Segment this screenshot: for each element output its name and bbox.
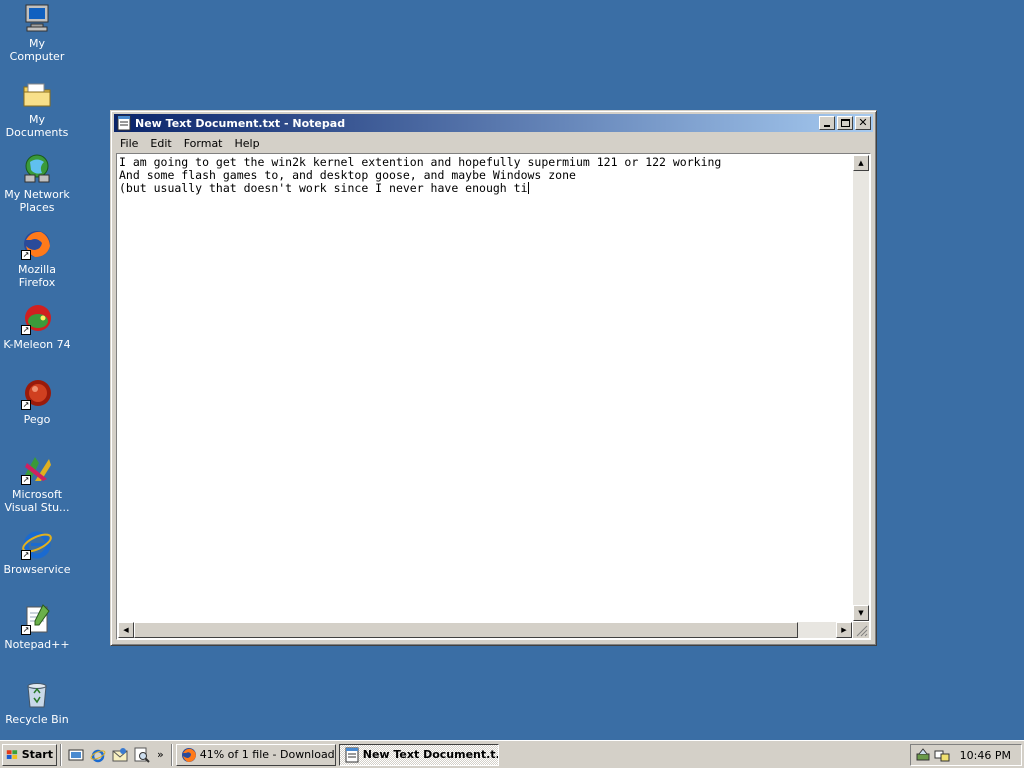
desktop-icon-label: Notepad++	[4, 638, 70, 651]
start-label: Start	[21, 748, 53, 761]
task-button-label: New Text Document.t...	[362, 748, 499, 761]
clock[interactable]: 10:46 PM	[960, 749, 1011, 762]
pego-icon: ↗	[21, 378, 53, 410]
horizontal-scroll-thumb[interactable]	[134, 622, 798, 638]
text-caret	[527, 182, 529, 194]
network-connection-icon[interactable]	[934, 747, 950, 763]
recycle-bin-icon	[21, 678, 53, 710]
task-button-label: 41% of 1 file - Downloads	[199, 748, 336, 761]
text-line: (but usually that doesn't work since I n…	[119, 181, 528, 195]
scroll-right-button[interactable]: ▶	[836, 622, 852, 638]
desktop-icon-pego[interactable]: ↗ Pego	[0, 378, 74, 426]
desktop-icon-k-meleon[interactable]: ↗ K-Meleon 74	[0, 303, 74, 351]
windows-logo-icon	[6, 749, 18, 759]
desktop-icon-notepadpp[interactable]: ↗ Notepad++	[0, 603, 74, 651]
arrow-right-icon: ▶	[841, 626, 847, 634]
computer-icon	[21, 2, 53, 34]
start-button[interactable]: Start	[2, 743, 57, 766]
desktop-icon-label: Mozilla Firefox	[18, 263, 56, 289]
close-button[interactable]: ✕	[855, 116, 871, 130]
task-button-notepad[interactable]: New Text Document.t...	[338, 743, 499, 766]
system-tray: 10:46 PM	[910, 744, 1022, 766]
desktop-icon-label: Microsoft Visual Stu...	[4, 488, 70, 514]
shortcut-arrow-icon: ↗	[21, 250, 31, 260]
shortcut-arrow-icon: ↗	[21, 625, 31, 635]
desktop-icon-my-documents[interactable]: My Documents	[0, 78, 74, 139]
desktop-icon-label: My Computer	[9, 37, 65, 63]
minimize-button[interactable]	[819, 116, 835, 130]
firefox-icon: ↗	[21, 228, 53, 260]
window-title: New Text Document.txt - Notepad	[135, 116, 346, 130]
horizontal-scrollbar[interactable]: ◀ ▶	[118, 622, 852, 638]
maximize-button[interactable]	[837, 116, 853, 130]
menu-bar: File Edit Format Help	[114, 134, 873, 152]
notepadpp-icon: ↗	[21, 603, 53, 635]
minimize-icon	[824, 125, 830, 127]
desktop-icon-label: Recycle Bin	[5, 713, 69, 726]
menu-format[interactable]: Format	[178, 137, 229, 150]
desktop-icon-label: K-Meleon 74	[3, 338, 71, 351]
folder-icon	[21, 78, 53, 110]
desktop-icon-label: Browservice	[3, 563, 71, 576]
vertical-scrollbar[interactable]: ▲ ▼	[853, 155, 869, 621]
arrow-left-icon: ◀	[123, 626, 129, 634]
search-icon[interactable]	[134, 747, 150, 763]
show-desktop-icon[interactable]	[68, 747, 84, 763]
scroll-up-button[interactable]: ▲	[853, 155, 869, 171]
notepad-icon	[345, 747, 359, 762]
taskbar-separator	[170, 743, 173, 766]
shortcut-arrow-icon: ↗	[21, 325, 31, 335]
editor-content[interactable]: I am going to get the win2k kernel exten…	[118, 155, 852, 621]
network-icon	[21, 153, 53, 185]
scroll-down-button[interactable]: ▼	[853, 605, 869, 621]
desktop-icon-my-network-places[interactable]: My Network Places	[0, 153, 74, 214]
notepad-window[interactable]: New Text Document.txt - Notepad ✕ File E…	[110, 110, 877, 646]
scroll-left-button[interactable]: ◀	[118, 622, 134, 638]
menu-help[interactable]: Help	[229, 137, 266, 150]
text-editor[interactable]: I am going to get the win2k kernel exten…	[116, 153, 871, 640]
taskbar: Start » 41% of 1 file - Downloads New Te…	[0, 740, 1024, 768]
ie-icon[interactable]	[90, 747, 106, 763]
shortcut-arrow-icon: ↗	[21, 550, 31, 560]
desktop-icon-label: My Documents	[5, 113, 69, 139]
task-button-downloads[interactable]: 41% of 1 file - Downloads	[175, 743, 336, 766]
desktop-icon-label: Pego	[23, 413, 51, 426]
taskbar-separator	[60, 743, 62, 766]
desktop-icon-recycle-bin[interactable]: Recycle Bin	[0, 678, 74, 726]
desktop-icon-mozilla-firefox[interactable]: ↗ Mozilla Firefox	[0, 228, 74, 289]
resize-grip-icon	[856, 625, 868, 637]
shortcut-arrow-icon: ↗	[21, 400, 31, 410]
desktop-icon-my-computer[interactable]: My Computer	[0, 2, 74, 63]
quick-launch-more[interactable]: »	[157, 748, 164, 761]
safely-remove-hardware-icon[interactable]	[915, 747, 931, 763]
desktop-icon-visual-studio[interactable]: ↗ Microsoft Visual Stu...	[0, 453, 74, 514]
resize-grip[interactable]	[853, 622, 869, 638]
ie-icon: ↗	[21, 528, 53, 560]
desktop-icon-browservice[interactable]: ↗ Browservice	[0, 528, 74, 576]
firefox-icon	[181, 747, 196, 762]
desktop-icon-label: My Network Places	[4, 188, 70, 214]
maximize-icon	[840, 119, 850, 127]
notepad-icon	[117, 115, 131, 131]
close-icon: ✕	[858, 116, 868, 129]
menu-edit[interactable]: Edit	[144, 137, 177, 150]
outlook-icon[interactable]	[112, 747, 128, 763]
arrow-down-icon: ▼	[858, 609, 864, 617]
kmeleon-icon: ↗	[21, 303, 53, 335]
visual-studio-icon: ↗	[21, 453, 53, 485]
shortcut-arrow-icon: ↗	[21, 475, 31, 485]
menu-file[interactable]: File	[114, 137, 144, 150]
title-bar[interactable]: New Text Document.txt - Notepad ✕	[114, 114, 873, 132]
arrow-up-icon: ▲	[858, 159, 864, 167]
